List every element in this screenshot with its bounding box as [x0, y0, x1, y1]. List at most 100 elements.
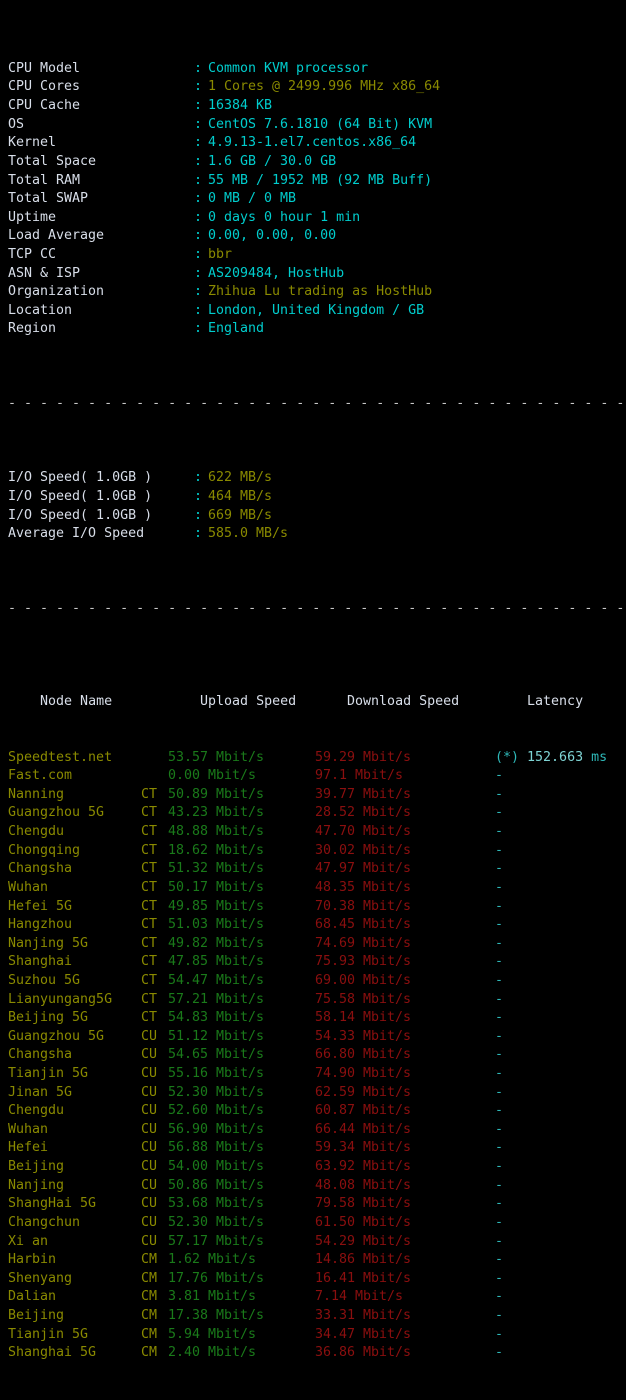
colon-separator: : — [194, 191, 203, 207]
colon-separator: : — [194, 526, 203, 542]
value-location: London, United Kingdom / GB — [208, 302, 425, 318]
colon-separator: : — [194, 321, 203, 337]
node-name: Wuhan — [8, 1121, 49, 1137]
latency-marker: - — [495, 1084, 504, 1100]
label-uptime: Uptime — [8, 209, 57, 225]
upload-speed: 56.90 Mbit/s — [168, 1121, 265, 1137]
download-speed: 75.93 Mbit/s — [315, 954, 412, 970]
latency-marker: (*) — [495, 749, 520, 765]
upload-speed: 57.17 Mbit/s — [168, 1233, 265, 1249]
speedtest-row: Chongqing CT 18.62 Mbit/s 30.02 Mbit/s - — [8, 842, 626, 861]
latency-marker: - — [495, 1289, 504, 1305]
download-speed: 58.14 Mbit/s — [315, 1010, 412, 1026]
download-speed: 30.02 Mbit/s — [315, 842, 412, 858]
latency-marker: - — [495, 1140, 504, 1156]
latency-cell: - — [495, 842, 503, 861]
upload-speed: 53.68 Mbit/s — [168, 1196, 265, 1212]
value-total-space: 1.6 GB / 30.0 GB — [208, 153, 337, 169]
node-name: Beijing — [8, 1307, 65, 1323]
download-speed: 14.86 Mbit/s — [315, 1252, 412, 1268]
speedtest-row: Changsha CT 51.32 Mbit/s 47.97 Mbit/s - — [8, 860, 626, 879]
latency-cell: - — [495, 1028, 503, 1047]
latency-cell: - — [495, 860, 503, 879]
speedtest-row: Harbin CM 1.62 Mbit/s 14.86 Mbit/s - — [8, 1251, 626, 1270]
system-info-row: Kernel:4.9.13-1.el7.centos.x86_64 — [8, 134, 626, 153]
speedtest-row: Changchun CU 52.30 Mbit/s 61.50 Mbit/s - — [8, 1214, 626, 1233]
value-cpu-cores: 1 Cores @ 2499.996 MHz x86_64 — [208, 79, 441, 95]
latency-cell: - — [495, 935, 503, 954]
speedtest-row: Tianjin 5G CM 5.94 Mbit/s 34.47 Mbit/s - — [8, 1326, 626, 1345]
download-speed: 79.58 Mbit/s — [315, 1196, 412, 1212]
colon-separator: : — [194, 172, 203, 188]
latency-cell: - — [495, 767, 503, 786]
value-region: England — [208, 321, 265, 337]
latency-marker: - — [495, 1252, 504, 1268]
node-name: Jinan 5G — [8, 1084, 73, 1100]
isp-code: CM — [141, 1270, 158, 1286]
latency-marker: - — [495, 917, 504, 933]
speedtest-row: Beijing CU 54.00 Mbit/s 63.92 Mbit/s - — [8, 1158, 626, 1177]
node-name: Nanjing — [8, 1177, 65, 1193]
isp-code: CT — [141, 917, 158, 933]
download-speed: 28.52 Mbit/s — [315, 805, 412, 821]
node-name: Hangzhou — [8, 917, 73, 933]
speedtest-row: Chengdu CT 48.88 Mbit/s 47.70 Mbit/s - — [8, 823, 626, 842]
isp-code: CM — [141, 1345, 158, 1361]
download-speed: 36.86 Mbit/s — [315, 1345, 412, 1361]
isp-code: CU — [141, 1233, 158, 1249]
isp-code: CU — [141, 1028, 158, 1044]
isp-code: CM — [141, 1289, 158, 1305]
system-info-row: Total Space:1.6 GB / 30.0 GB — [8, 153, 626, 172]
value-cpu-cache: 16384 KB — [208, 98, 273, 114]
node-name: Changsha — [8, 1047, 73, 1063]
speedtest-row: Beijing 5G CT 54.83 Mbit/s 58.14 Mbit/s - — [8, 1009, 626, 1028]
latency-cell: - — [495, 1009, 503, 1028]
latency-marker: - — [495, 1047, 504, 1063]
latency-marker: - — [495, 1103, 504, 1119]
node-name: Nanjing 5G — [8, 935, 89, 951]
latency-cell: - — [495, 804, 503, 823]
node-name: Fast.com — [8, 768, 73, 784]
node-name: Shanghai — [8, 954, 73, 970]
latency-cell: (*) 152.663 ms — [495, 749, 607, 768]
latency-marker: - — [495, 1177, 504, 1193]
system-info-row: Uptime:0 days 0 hour 1 min — [8, 209, 626, 228]
latency-cell: - — [495, 991, 503, 1010]
isp-code: CU — [141, 1140, 158, 1156]
download-speed: 69.00 Mbit/s — [315, 972, 412, 988]
download-speed: 39.77 Mbit/s — [315, 786, 412, 802]
latency-cell: - — [495, 786, 503, 805]
isp-code: CT — [141, 1010, 158, 1026]
latency-cell: - — [495, 1307, 503, 1326]
label-load-average: Load Average — [8, 228, 105, 244]
upload-speed: 48.88 Mbit/s — [168, 824, 265, 840]
node-name: Beijing 5G — [8, 1010, 89, 1026]
download-speed: 34.47 Mbit/s — [315, 1326, 412, 1342]
latency-cell: - — [495, 1065, 503, 1084]
upload-speed: 50.89 Mbit/s — [168, 786, 265, 802]
speedtest-row: Guangzhou 5G CU 51.12 Mbit/s 54.33 Mbit/s - — [8, 1028, 626, 1047]
speedtest-row: Speedtest.net 53.57 Mbit/s 59.29 Mbit/s (*)… — [8, 749, 626, 768]
node-name: Beijing — [8, 1159, 65, 1175]
download-speed: 48.08 Mbit/s — [315, 1177, 412, 1193]
node-name: Nanning — [8, 786, 65, 802]
colon-separator: : — [194, 135, 203, 151]
latency-marker: - — [495, 879, 504, 895]
isp-code: CT — [141, 842, 158, 858]
upload-speed: 52.30 Mbit/s — [168, 1084, 265, 1100]
speedtest-row: Hangzhou CT 51.03 Mbit/s 68.45 Mbit/s - — [8, 916, 626, 935]
latency-cell: - — [495, 972, 503, 991]
upload-speed: 49.82 Mbit/s — [168, 935, 265, 951]
upload-speed: 51.32 Mbit/s — [168, 861, 265, 877]
isp-code: CU — [141, 1066, 158, 1082]
latency-marker: - — [495, 972, 504, 988]
upload-speed: 5.94 Mbit/s — [168, 1326, 257, 1342]
isp-code: CT — [141, 786, 158, 802]
speedtest-row: Wuhan CT 50.17 Mbit/s 48.35 Mbit/s - — [8, 879, 626, 898]
label-location: Location — [8, 302, 73, 318]
label-total-swap: Total SWAP — [8, 191, 89, 207]
separator-line-top: - - - - - - - - - - - - - - - - - - - - … — [8, 395, 626, 411]
download-speed: 97.1 Mbit/s — [315, 768, 404, 784]
value-i-o-speed-1-0gb: 669 MB/s — [208, 507, 273, 523]
latency-marker: - — [495, 1121, 504, 1137]
